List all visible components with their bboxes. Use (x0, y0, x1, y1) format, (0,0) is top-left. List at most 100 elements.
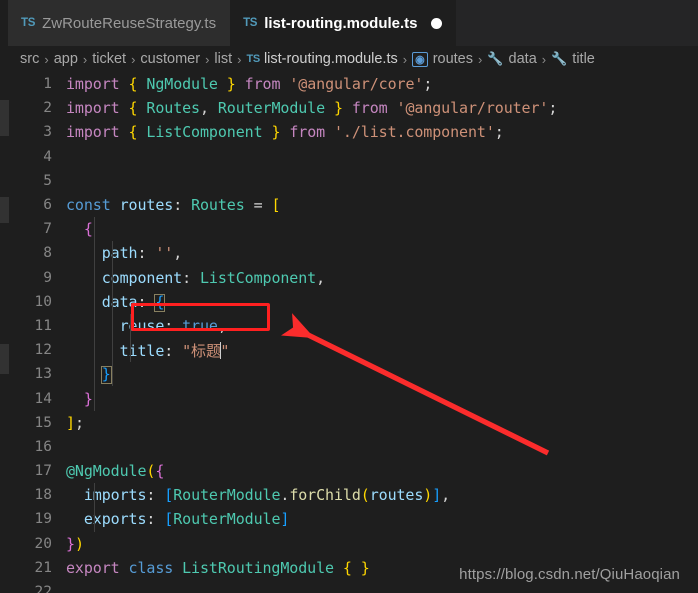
line-number: 21 (34, 559, 52, 576)
code-line[interactable]: 19 exports: [RouterModule] (0, 507, 698, 532)
line-number: 13 (34, 366, 52, 383)
code-line[interactable]: 5 (0, 169, 698, 193)
code-line[interactable]: 1 import { NgModule } from '@angular/cor… (0, 72, 698, 96)
indent-guide (112, 362, 113, 387)
editor-tab-list-routing-module[interactable]: TS list-routing.module.ts (230, 0, 456, 46)
breadcrumb-item-app[interactable]: app (54, 51, 78, 67)
line-number: 3 (43, 124, 52, 141)
editor-tab-zwroutereusestrategy[interactable]: TS ZwRouteReuseStrategy.ts (8, 0, 231, 46)
indent-guide (94, 507, 95, 532)
editor-tab-label: list-routing.module.ts (264, 14, 418, 32)
code-line[interactable]: 10 data: { (0, 289, 698, 314)
tabbar-left-edge (0, 0, 8, 46)
line-number: 22 (34, 584, 52, 593)
line-content: }) (66, 534, 84, 553)
code-line[interactable]: 9 component: ListComponent, (0, 265, 698, 290)
breadcrumb-item-data[interactable]: data (509, 51, 537, 67)
breadcrumb-item-list[interactable]: list (214, 51, 232, 67)
line-number: 16 (34, 438, 52, 455)
indent-guide (94, 265, 95, 290)
line-content: title: "标题" (119, 341, 230, 360)
code-line[interactable]: 6 const routes: Routes = [ (0, 193, 698, 217)
indent-guide (112, 241, 113, 266)
code-line[interactable]: 11 reuse: true, (0, 313, 698, 339)
code-line[interactable]: 14 } (0, 386, 698, 411)
breadcrumb-item-ticket[interactable]: ticket (92, 51, 126, 67)
line-number: 12 (34, 342, 52, 359)
line-number: 17 (34, 463, 52, 480)
vscode-window: TS ZwRouteReuseStrategy.ts TS list-routi… (0, 0, 698, 593)
line-number: 11 (34, 317, 52, 334)
editor-tab-bar: TS ZwRouteReuseStrategy.ts TS list-routi… (0, 0, 698, 46)
editor-tab-label: ZwRouteReuseStrategy.ts (42, 14, 217, 32)
watermark-text: https://blog.csdn.net/QiuHaoqian (459, 566, 680, 583)
line-number: 4 (43, 148, 52, 165)
indent-guide (94, 241, 95, 266)
line-number: 7 (43, 221, 52, 238)
line-number: 2 (43, 100, 52, 117)
line-content: path: '', (101, 244, 183, 263)
unsaved-changes-dot-icon[interactable] (430, 17, 442, 29)
property-symbol-icon: 🔧 (487, 51, 504, 66)
indent-guide (94, 289, 95, 314)
indent-guide (94, 386, 95, 411)
breadcrumb-separator-icon: › (541, 51, 547, 67)
line-number: 6 (43, 197, 52, 214)
code-lines: 1 import { NgModule } from '@angular/cor… (0, 72, 698, 593)
breadcrumb-item-customer[interactable]: customer (140, 51, 200, 67)
code-line[interactable]: 15 ]; (0, 411, 698, 435)
indent-guide (94, 338, 95, 363)
breadcrumb-separator-icon: › (237, 51, 242, 67)
line-number: 14 (34, 390, 52, 407)
tabbar-empty-space (455, 0, 698, 46)
breadcrumb-item-title[interactable]: title (572, 51, 595, 67)
line-content: { (83, 220, 93, 239)
code-line[interactable]: 20 }) (0, 532, 698, 556)
typescript-file-icon: TS (21, 17, 36, 29)
ts-file-icon: TS (246, 53, 260, 65)
line-content: } (83, 389, 93, 408)
breadcrumb-separator-icon: › (478, 51, 483, 67)
line-number: 5 (43, 172, 52, 189)
code-line[interactable]: 3 import { ListComponent } from './list.… (0, 120, 698, 144)
breadcrumb-separator-icon: › (44, 51, 49, 67)
indent-guide (112, 338, 113, 363)
code-line[interactable]: 4 (0, 145, 698, 169)
code-line[interactable]: 7 { (0, 217, 698, 242)
line-content: import { ListComponent } from './list.co… (66, 123, 504, 142)
line-number: 20 (34, 535, 52, 552)
interface-symbol-icon: ◉ (412, 51, 428, 67)
breadcrumb-separator-icon: › (82, 51, 88, 67)
code-line[interactable]: 16 (0, 435, 698, 459)
line-content: } (66, 365, 698, 385)
indent-guide (130, 313, 131, 339)
code-line[interactable]: 17 @NgModule({ (0, 459, 698, 483)
indent-guide (112, 265, 113, 290)
code-line[interactable]: 12 title: "标题" (0, 338, 698, 363)
line-number: 1 (43, 76, 52, 93)
line-number: 10 (34, 293, 52, 310)
line-number: 18 (34, 487, 52, 504)
line-number: 15 (34, 414, 52, 431)
line-content: imports: [RouterModule.forChild(routes)]… (83, 486, 451, 505)
bracket-match-highlight: { (154, 292, 166, 312)
breadcrumb-separator-icon: › (205, 51, 210, 67)
breadcrumb-item-src[interactable]: src (20, 51, 39, 67)
line-content: @NgModule({ (66, 462, 165, 481)
code-line[interactable]: 2 import { Routes, RouterModule } from '… (0, 96, 698, 120)
breadcrumb-separator-icon: › (131, 51, 136, 67)
line-number: 19 (34, 511, 52, 528)
code-line[interactable]: 8 path: '', (0, 241, 698, 266)
breadcrumb-item-file[interactable]: list-routing.module.ts (264, 51, 398, 67)
indent-guide (112, 313, 113, 339)
code-editor[interactable]: 1 import { NgModule } from '@angular/cor… (0, 72, 698, 593)
indent-guide (94, 313, 95, 339)
code-line[interactable]: 13 } (0, 362, 698, 387)
property-symbol-icon: 🔧 (551, 51, 568, 66)
breadcrumb-item-routes[interactable]: routes (433, 51, 473, 67)
line-content: import { Routes, RouterModule } from '@a… (66, 99, 558, 118)
line-content: component: ListComponent, (101, 268, 326, 287)
indent-guide (112, 289, 113, 314)
indent-guide (130, 338, 131, 363)
code-line[interactable]: 18 imports: [RouterModule.forChild(route… (0, 483, 698, 508)
